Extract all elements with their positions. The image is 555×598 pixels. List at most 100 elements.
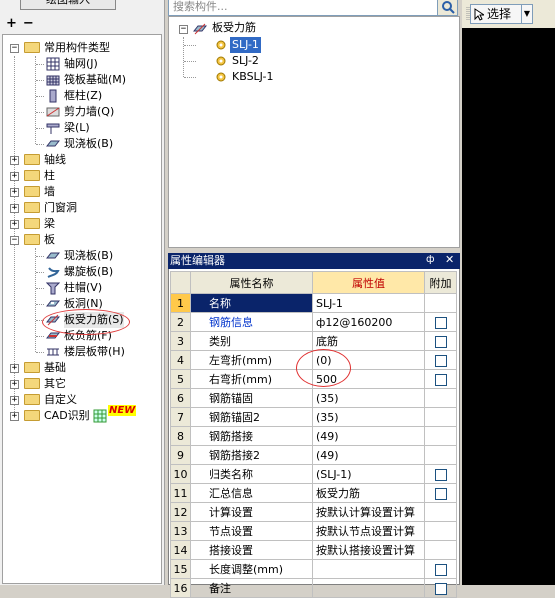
expander-slab-rebar[interactable]: − bbox=[179, 25, 188, 34]
tab-drawing-input[interactable]: 绘图输入 bbox=[20, 0, 116, 10]
expander-wall[interactable]: + bbox=[10, 188, 19, 197]
property-row[interactable]: 7 钢筋锚固2 (35) bbox=[170, 407, 457, 427]
expander-column[interactable]: + bbox=[10, 172, 19, 181]
grid-icon bbox=[46, 57, 60, 71]
close-icon[interactable]: ✕ bbox=[445, 253, 454, 266]
expander-cad[interactable]: + bbox=[10, 412, 19, 421]
tree-node-beam[interactable]: 梁(L) bbox=[64, 120, 90, 136]
slab-hole-icon bbox=[46, 300, 60, 307]
property-value[interactable]: ф12@160200 bbox=[312, 312, 425, 332]
row-number: 4 bbox=[170, 350, 191, 370]
tree-node-cast-slab[interactable]: 现浇板(B) bbox=[64, 136, 113, 152]
property-row[interactable]: 12 计算设置 按默认计算设置计算 bbox=[170, 502, 457, 522]
expander-common[interactable]: − bbox=[10, 44, 19, 53]
tree-node-foundation[interactable]: 基础 bbox=[44, 360, 66, 376]
row-number: 10 bbox=[170, 464, 191, 484]
component-item-slj2[interactable]: SLJ-2 bbox=[232, 53, 259, 69]
property-row[interactable]: 11 汇总信息 板受力筋 bbox=[170, 483, 457, 503]
annotation-circle bbox=[296, 349, 351, 387]
property-value[interactable]: (35) bbox=[312, 388, 425, 408]
attach-checkbox[interactable] bbox=[434, 316, 447, 329]
property-value[interactable]: (35) bbox=[312, 407, 425, 427]
property-value[interactable]: (SLJ-1) bbox=[312, 464, 425, 484]
component-item-slj1[interactable]: SLJ-1 bbox=[230, 37, 261, 53]
search-button[interactable] bbox=[437, 0, 458, 16]
property-row[interactable]: 8 钢筋搭接 (49) bbox=[170, 426, 457, 446]
property-value[interactable] bbox=[312, 559, 425, 579]
tree-node-other[interactable]: 其它 bbox=[44, 376, 66, 392]
property-row[interactable]: 6 钢筋锚固 (35) bbox=[170, 388, 457, 408]
expander-beam[interactable]: + bbox=[10, 220, 19, 229]
tree-node-raft-foundation[interactable]: 筏板基础(M) bbox=[64, 72, 126, 88]
property-row[interactable]: 9 钢筋搭接2 (49) bbox=[170, 445, 457, 465]
tree-node-frame-column[interactable]: 框柱(Z) bbox=[64, 88, 102, 104]
tree-node-column-cap[interactable]: 柱帽(V) bbox=[64, 280, 102, 296]
expander-slab[interactable]: − bbox=[10, 236, 19, 245]
row-number: 13 bbox=[170, 521, 191, 541]
property-extra bbox=[424, 331, 457, 351]
property-value[interactable]: 按默认计算设置计算 bbox=[312, 502, 425, 522]
property-value[interactable]: (49) bbox=[312, 445, 425, 465]
tree-node-door-window[interactable]: 门窗洞 bbox=[44, 200, 77, 216]
attach-checkbox[interactable] bbox=[434, 563, 447, 576]
expander-custom[interactable]: + bbox=[10, 396, 19, 405]
folder-icon bbox=[24, 394, 40, 405]
tree-node-spiral-slab[interactable]: 螺旋板(B) bbox=[64, 264, 113, 280]
drawing-canvas[interactable] bbox=[462, 28, 555, 585]
select-dropdown-button[interactable]: ▼ bbox=[521, 4, 533, 24]
expander-other[interactable]: + bbox=[10, 380, 19, 389]
tree-node-wall[interactable]: 墙 bbox=[44, 184, 55, 200]
tree-node-floor-strip[interactable]: 楼层板带(H) bbox=[64, 344, 125, 360]
tree-node-shear-wall[interactable]: 剪力墙(Q) bbox=[64, 104, 114, 120]
column-header-extra: 附加 bbox=[424, 271, 457, 294]
property-row[interactable]: 14 搭接设置 按默认搭接设置计算 bbox=[170, 540, 457, 560]
tree-node-axis-grid[interactable]: 轴网(J) bbox=[64, 56, 98, 72]
property-editor-title: 属性编辑器 bbox=[168, 253, 460, 269]
remove-icon[interactable]: − bbox=[23, 16, 34, 36]
add-icon[interactable]: + bbox=[6, 16, 17, 36]
pin-icon[interactable]: ф bbox=[426, 254, 435, 265]
tree-node-cad-recognition[interactable]: CAD识别 bbox=[44, 408, 90, 424]
property-row[interactable]: 16 备注 bbox=[170, 578, 457, 598]
tree-node-slab-cast[interactable]: 现浇板(B) bbox=[64, 248, 113, 264]
tree-node-slab[interactable]: 板 bbox=[44, 232, 55, 248]
row-number: 14 bbox=[170, 540, 191, 560]
tree-node-common[interactable]: 常用构件类型 bbox=[44, 40, 110, 56]
row-number: 9 bbox=[170, 445, 191, 465]
attach-checkbox[interactable] bbox=[434, 373, 447, 386]
expander-door-window[interactable]: + bbox=[10, 204, 19, 213]
row-number: 8 bbox=[170, 426, 191, 446]
component-item-kbslj1[interactable]: KBSLJ-1 bbox=[232, 69, 274, 85]
property-value[interactable]: 按默认搭接设置计算 bbox=[312, 540, 425, 560]
property-value[interactable] bbox=[312, 578, 425, 598]
property-value[interactable]: 按默认节点设置计算 bbox=[312, 521, 425, 541]
property-value[interactable]: SLJ-1 bbox=[312, 293, 425, 313]
component-root[interactable]: 板受力筋 bbox=[212, 20, 256, 36]
property-value[interactable]: 底筋 bbox=[312, 331, 425, 351]
property-name: 左弯折(mm) bbox=[190, 350, 313, 370]
column-header-name: 属性名称 bbox=[190, 271, 313, 294]
expander-foundation[interactable]: + bbox=[10, 364, 19, 373]
property-row[interactable]: 3 类别 底筋 bbox=[170, 331, 457, 351]
expander-axis[interactable]: + bbox=[10, 156, 19, 165]
attach-checkbox[interactable] bbox=[434, 487, 447, 500]
attach-checkbox[interactable] bbox=[434, 335, 447, 348]
tree-node-axis[interactable]: 轴线 bbox=[44, 152, 66, 168]
property-value[interactable]: (49) bbox=[312, 426, 425, 446]
attach-checkbox[interactable] bbox=[434, 468, 447, 481]
attach-checkbox[interactable] bbox=[434, 354, 447, 367]
property-row[interactable]: 15 长度调整(mm) bbox=[170, 559, 457, 579]
property-row[interactable]: 10 归类名称 (SLJ-1) bbox=[170, 464, 457, 484]
row-number: 1 bbox=[170, 293, 191, 313]
cast-slab-icon bbox=[46, 140, 60, 147]
property-row[interactable]: 13 节点设置 按默认节点设置计算 bbox=[170, 521, 457, 541]
attach-checkbox[interactable] bbox=[434, 582, 447, 595]
folder-icon bbox=[24, 186, 40, 197]
tree-node-beam-group[interactable]: 梁 bbox=[44, 216, 55, 232]
property-value[interactable]: 板受力筋 bbox=[312, 483, 425, 503]
property-row[interactable]: 2 钢筋信息 ф12@160200 bbox=[170, 312, 457, 332]
tree-node-column[interactable]: 柱 bbox=[44, 168, 55, 184]
folder-icon bbox=[24, 378, 40, 389]
property-row[interactable]: 1 名称 SLJ-1 bbox=[170, 293, 457, 313]
tree-node-custom[interactable]: 自定义 bbox=[44, 392, 77, 408]
